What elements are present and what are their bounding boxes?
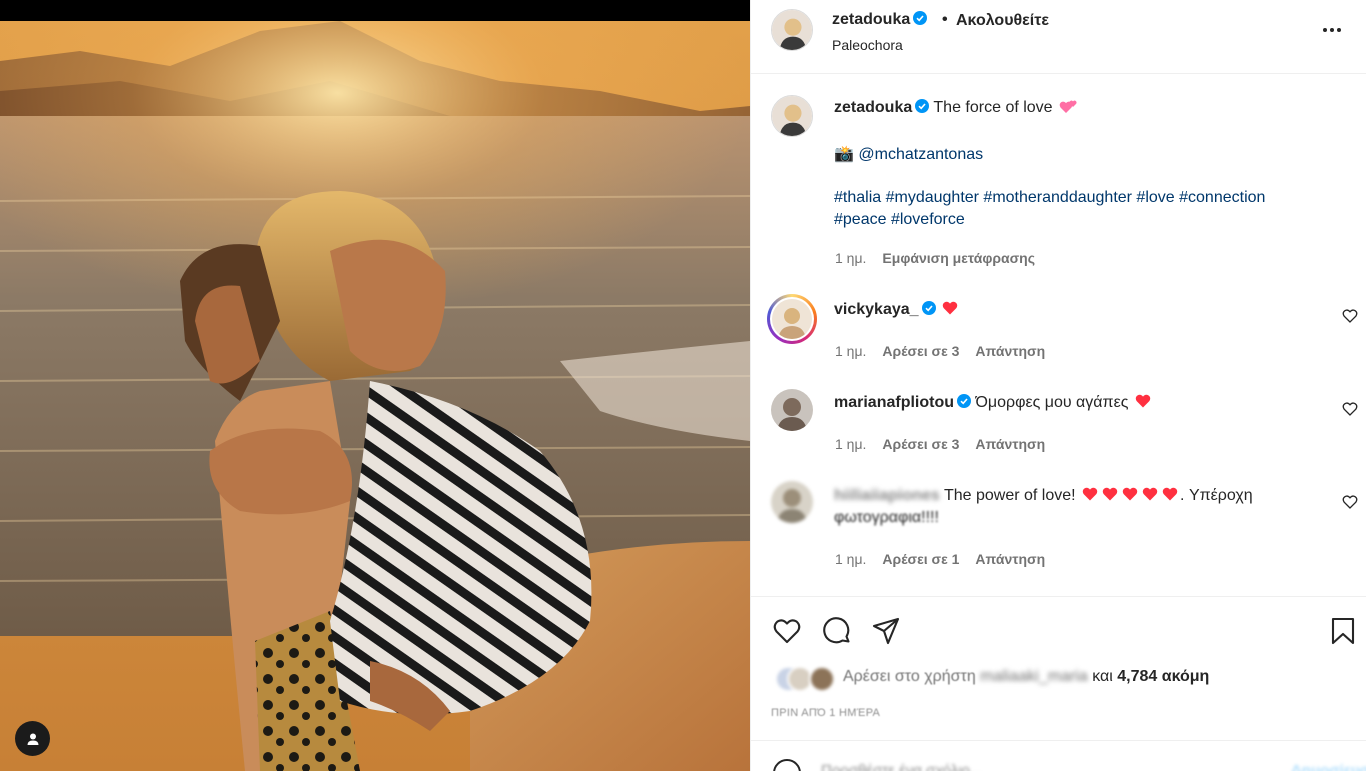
verified-badge-icon	[915, 99, 930, 113]
comment-line: vickykaya_	[834, 301, 960, 319]
verified-badge-icon	[957, 394, 972, 408]
caption-meta: 1 ημ. Εμφάνιση μετάφρασης	[835, 250, 1035, 266]
red-heart-emoji	[1162, 487, 1178, 501]
comment-username[interactable]: marianafpliotou	[834, 394, 954, 411]
red-heart-emoji	[1135, 394, 1151, 408]
comment-avatar[interactable]	[771, 389, 813, 431]
likes-prefix: Αρέσει στο χρήστη	[843, 668, 976, 685]
heart-icon[interactable]	[1342, 401, 1358, 417]
comment-username[interactable]: vickykaya_	[834, 301, 919, 318]
caption-line: zetadouka The force of love	[834, 99, 1081, 117]
reply-button[interactable]: Απάντηση	[975, 551, 1045, 567]
post-location[interactable]: Paleochora	[832, 37, 903, 53]
comments-section: zetadouka The force of love 📸 @mchatzant…	[751, 75, 1366, 595]
red-heart-emoji	[1102, 487, 1118, 501]
comment-avatar[interactable]	[772, 299, 812, 339]
mention-link[interactable]: @mchatzantonas	[858, 146, 983, 163]
author-avatar[interactable]	[771, 9, 813, 51]
post-actions: Αρέσει στο χρήστη maliaaki_maria και 4,7…	[751, 596, 1366, 771]
comment-line-2: φωτογραφια!!!!	[834, 509, 939, 527]
comment-icon[interactable]	[822, 616, 852, 646]
hashtags-line-2[interactable]: #peace #loveforce	[834, 211, 965, 229]
emoji-icon[interactable]	[773, 759, 801, 771]
separator-dot: •	[942, 11, 948, 28]
red-heart-emoji	[942, 301, 958, 315]
verified-badge-icon	[921, 301, 936, 315]
two-hearts-emoji	[1059, 99, 1079, 113]
verified-badge-icon	[913, 11, 928, 25]
caption-time: 1 ημ.	[835, 250, 867, 266]
reply-button[interactable]: Απάντηση	[975, 343, 1045, 359]
comment-time: 1 ημ.	[835, 551, 867, 567]
reply-button[interactable]: Απάντηση	[975, 436, 1045, 452]
comment-meta: 1 ημ. Αρέσει σε 3 Απάντηση	[835, 343, 1045, 359]
comment-likes-count[interactable]: Αρέσει σε 3	[882, 343, 959, 359]
heart-icon[interactable]	[772, 616, 802, 646]
likes-connector: και	[1092, 668, 1113, 685]
comment-likes-count[interactable]: Αρέσει σε 1	[882, 551, 959, 567]
caption-credit-line: 📸 @mchatzantonas	[834, 144, 983, 164]
story-ring[interactable]	[767, 294, 817, 344]
post-info-panel: zetadouka • Ακολουθείτε Paleochora zetad…	[750, 0, 1366, 771]
post-header: zetadouka • Ακολουθείτε Paleochora	[751, 0, 1366, 74]
comment-line: hiiliaiiapiones The power of love! . Υπέ…	[834, 487, 1253, 505]
comment-text: Όμορφες μου αγάπες	[975, 394, 1129, 411]
comment-text: The power of love!	[943, 487, 1076, 504]
following-button[interactable]: Ακολουθείτε	[956, 12, 1049, 30]
comment-time: 1 ημ.	[835, 343, 867, 359]
caption-text: The force of love	[933, 99, 1053, 116]
heart-icon[interactable]	[1342, 308, 1358, 324]
caption-author-avatar[interactable]	[771, 95, 813, 137]
comment-username[interactable]: hiiliaiiapiones	[834, 487, 940, 504]
user-tag-button[interactable]	[15, 721, 50, 756]
author-username[interactable]: zetadouka	[832, 11, 928, 29]
see-translation-button[interactable]: Εμφάνιση μετάφρασης	[882, 250, 1035, 266]
caption-author-username[interactable]: zetadouka	[834, 99, 912, 116]
liked-by-avatars[interactable]	[775, 666, 837, 692]
comment-time: 1 ημ.	[835, 436, 867, 452]
add-comment-bar: Προσθέστε ένα σχόλιο... Δημοσίευση	[751, 740, 1366, 771]
bookmark-icon[interactable]	[1328, 616, 1358, 646]
comment-input[interactable]: Προσθέστε ένα σχόλιο...	[821, 762, 983, 771]
comment-text: φωτογραφια!!!!	[834, 509, 939, 526]
red-heart-emoji	[1122, 487, 1138, 501]
comment-avatar[interactable]	[771, 481, 813, 523]
comment-line: marianafpliotou Όμορφες μου αγάπες	[834, 394, 1153, 412]
comment-meta: 1 ημ. Αρέσει σε 1 Απάντηση	[835, 551, 1045, 567]
likes-count[interactable]: 4,784 ακόμη	[1117, 668, 1209, 685]
red-heart-emoji	[1082, 487, 1098, 501]
post-comment-button[interactable]: Δημοσίευση	[1291, 762, 1366, 771]
more-options-icon[interactable]	[1319, 20, 1345, 40]
post-photo-panel	[0, 0, 750, 771]
hashtags-line-1[interactable]: #thalia #mydaughter #motheranddaughter #…	[834, 189, 1265, 207]
heart-icon[interactable]	[1342, 494, 1358, 510]
photo-top-bar	[0, 0, 750, 21]
camera-emoji: 📸	[834, 146, 854, 163]
comment-likes-count[interactable]: Αρέσει σε 3	[882, 436, 959, 452]
user-tag-icon	[27, 733, 38, 745]
post-image[interactable]	[0, 21, 750, 771]
red-heart-emoji	[1142, 487, 1158, 501]
comment-meta: 1 ημ. Αρέσει σε 3 Απάντηση	[835, 436, 1045, 452]
likes-summary: Αρέσει στο χρήστη maliaaki_maria και 4,7…	[843, 668, 1209, 686]
comment-text-cont: . Υπέροχη	[1180, 487, 1253, 504]
post-date: ΠΡΙΝ ΑΠΌ 1 ΗΜΈΡΑ	[771, 707, 881, 719]
liked-by-username[interactable]: maliaaki_maria	[980, 668, 1088, 685]
share-icon[interactable]	[871, 616, 901, 646]
